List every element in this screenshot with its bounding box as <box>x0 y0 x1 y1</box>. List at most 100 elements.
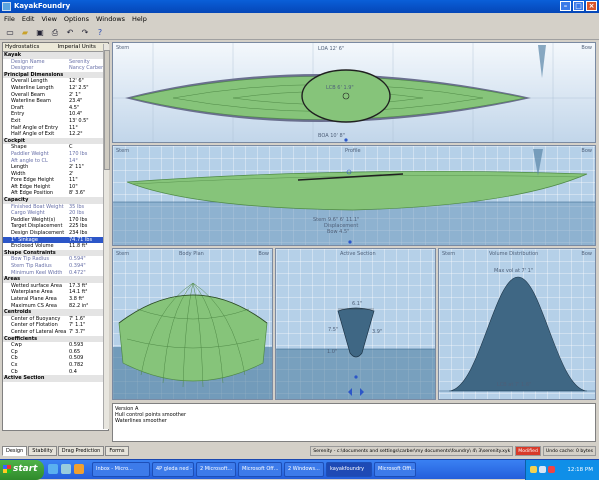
notes-panel[interactable]: Version A Hull control points smoother W… <box>112 403 596 442</box>
property-value[interactable]: 0.65 <box>67 349 108 356</box>
volume-distribution-view[interactable]: Stern Volume Distribution Bow Max vol at… <box>438 248 596 400</box>
property-value[interactable]: Serenity <box>67 59 108 66</box>
property-value[interactable]: 10" <box>67 184 108 191</box>
property-row[interactable]: Width 2' <box>3 171 108 178</box>
property-row[interactable]: Aft Edge Position 8' 3.6" <box>3 190 108 197</box>
media-icon[interactable] <box>74 464 84 474</box>
property-value[interactable]: 12' 2.5" <box>67 85 108 92</box>
plan-view[interactable]: Stern Bow LOA 12' 6" LCB 6' 1.9" BOA 10'… <box>112 42 596 143</box>
profile-view[interactable]: Stern Profile Bow Stern 9.6" 6' 11.1" Di… <box>112 145 596 246</box>
property-value[interactable]: 20 lbs <box>67 210 108 217</box>
property-value[interactable]: 0.394" <box>67 263 108 270</box>
property-row[interactable]: Target Displacement 225 lbs <box>3 223 108 230</box>
property-row[interactable]: Half Angle of Entry 11° <box>3 125 108 132</box>
property-value[interactable]: 14° <box>67 158 108 165</box>
help-icon[interactable]: ? <box>94 26 106 38</box>
property-category[interactable]: Shape Constraints <box>3 249 108 257</box>
property-row[interactable]: Draft 4.5" <box>3 105 108 112</box>
task-office-2[interactable]: Microsoft Offi... <box>374 462 416 477</box>
undo-icon[interactable]: ↶ <box>64 26 76 38</box>
property-value[interactable]: 170 lbs <box>67 151 108 158</box>
task-kayakfoundry[interactable]: kayakfoundry <box>326 462 372 477</box>
property-value[interactable]: 2' 1" <box>67 92 108 99</box>
property-value[interactable]: 4.5" <box>67 105 108 112</box>
property-category[interactable]: Areas <box>3 276 108 283</box>
menu-options[interactable]: Options <box>64 15 89 24</box>
property-value[interactable]: 2' <box>67 171 108 178</box>
property-row[interactable]: Entry 10.4" <box>3 111 108 118</box>
property-row[interactable]: Waterplane Area 14.1 ft² <box>3 289 108 296</box>
property-value[interactable]: 35 lbs <box>67 204 108 211</box>
property-value[interactable]: 7' 1.1" <box>67 322 108 329</box>
property-value[interactable]: 225 lbs <box>67 223 108 230</box>
scrollbar-thumb[interactable] <box>104 50 110 170</box>
property-value[interactable]: 0.4 <box>67 369 108 376</box>
property-row[interactable]: Cb 0.509 <box>3 355 108 362</box>
property-row[interactable]: Aft Edge Height 10" <box>3 184 108 191</box>
property-row[interactable]: Design Name Serenity <box>3 59 108 66</box>
maximize-button[interactable]: □ <box>573 1 584 11</box>
property-row[interactable]: Cargo Weight 20 lbs <box>3 210 108 217</box>
property-category[interactable]: Coefficients <box>3 335 108 343</box>
browser-icon[interactable] <box>48 464 58 474</box>
property-row[interactable]: Minimum Keel Width 0.472" <box>3 270 108 277</box>
property-category[interactable]: Kayak <box>3 52 108 59</box>
property-value[interactable]: 170 lbs <box>67 217 108 224</box>
property-value[interactable]: 7' 3.7" <box>67 329 108 336</box>
property-row[interactable]: Center of Flotation 7' 1.1" <box>3 322 108 329</box>
open-icon[interactable]: ▰ <box>19 26 31 38</box>
property-row[interactable]: Waterline Beam 23.4" <box>3 98 108 105</box>
property-value[interactable]: 12.2° <box>67 131 108 138</box>
hydrostatics-tab[interactable]: Hydrostatics <box>3 43 56 51</box>
property-category[interactable]: Centroids <box>3 309 108 316</box>
property-value[interactable]: 13' 0.5" <box>67 118 108 125</box>
property-row[interactable]: Paddler Weight 170 lbs <box>3 151 108 158</box>
property-value[interactable]: 74.71 lbs <box>67 237 108 244</box>
property-value[interactable]: 12' 6" <box>67 78 108 85</box>
redo-icon[interactable]: ↷ <box>79 26 91 38</box>
new-icon[interactable]: ▭ <box>4 26 16 38</box>
network-icon[interactable] <box>530 466 537 473</box>
property-category[interactable]: Principal Dimensions <box>3 71 108 79</box>
property-row[interactable]: Overall Length 12' 6" <box>3 78 108 85</box>
close-button[interactable]: × <box>586 1 597 11</box>
menu-edit[interactable]: Edit <box>22 15 35 24</box>
tab-stability[interactable]: Stability <box>28 446 57 456</box>
menu-help[interactable]: Help <box>132 15 147 24</box>
desktop-icon[interactable] <box>61 464 71 474</box>
property-value[interactable]: C <box>67 144 108 151</box>
menu-view[interactable]: View <box>41 15 56 24</box>
property-row[interactable]: Length 2' 11" <box>3 164 108 171</box>
property-value[interactable]: 10.4" <box>67 111 108 118</box>
property-row[interactable]: Cwp 0.593 <box>3 342 108 349</box>
menu-file[interactable]: File <box>4 15 15 24</box>
property-value[interactable]: 0.509 <box>67 355 108 362</box>
volume-icon[interactable] <box>539 466 546 473</box>
property-category[interactable]: Cockpit <box>3 137 108 145</box>
property-scrollbar[interactable] <box>103 44 110 429</box>
property-row[interactable]: Bow Tip Radius 0.594" <box>3 256 108 263</box>
property-row[interactable]: Cb 0.4 <box>3 369 108 376</box>
property-row[interactable]: Center of Buoyancy 7' 1.6" <box>3 316 108 323</box>
property-value[interactable]: 0.472" <box>67 270 108 277</box>
property-row[interactable]: Half Angle of Exit 12.2° <box>3 131 108 138</box>
property-value[interactable]: 14.1 ft² <box>67 289 108 296</box>
minimize-button[interactable]: – <box>560 1 571 11</box>
property-value[interactable]: 11.8 ft³ <box>67 243 108 250</box>
property-row[interactable]: Cx 0.782 <box>3 362 108 369</box>
property-value[interactable]: 82.2 in² <box>67 303 108 310</box>
property-value[interactable]: 11° <box>67 125 108 132</box>
property-value[interactable]: 17.3 ft² <box>67 283 108 290</box>
start-button[interactable]: start <box>0 460 44 480</box>
property-row[interactable]: Exit 13' 0.5" <box>3 118 108 125</box>
property-value[interactable]: 234 lbs <box>67 230 108 237</box>
body-plan-view[interactable]: Stern Body Plan Bow <box>112 248 273 400</box>
property-row[interactable]: Designer Nancy Carber <box>3 65 108 72</box>
property-row[interactable]: 1" Sinkage 74.71 lbs <box>3 236 108 244</box>
property-value[interactable]: 3.8 ft² <box>67 296 108 303</box>
property-value[interactable]: 0.594" <box>67 256 108 263</box>
property-row[interactable]: Finished Boat Weight 35 lbs <box>3 204 108 211</box>
task-microsoft[interactable]: 2 Microsoft... <box>196 462 236 477</box>
property-row[interactable]: Lateral Plane Area 3.8 ft² <box>3 296 108 303</box>
property-row[interactable]: Center of Lateral Area 7' 3.7" <box>3 329 108 336</box>
